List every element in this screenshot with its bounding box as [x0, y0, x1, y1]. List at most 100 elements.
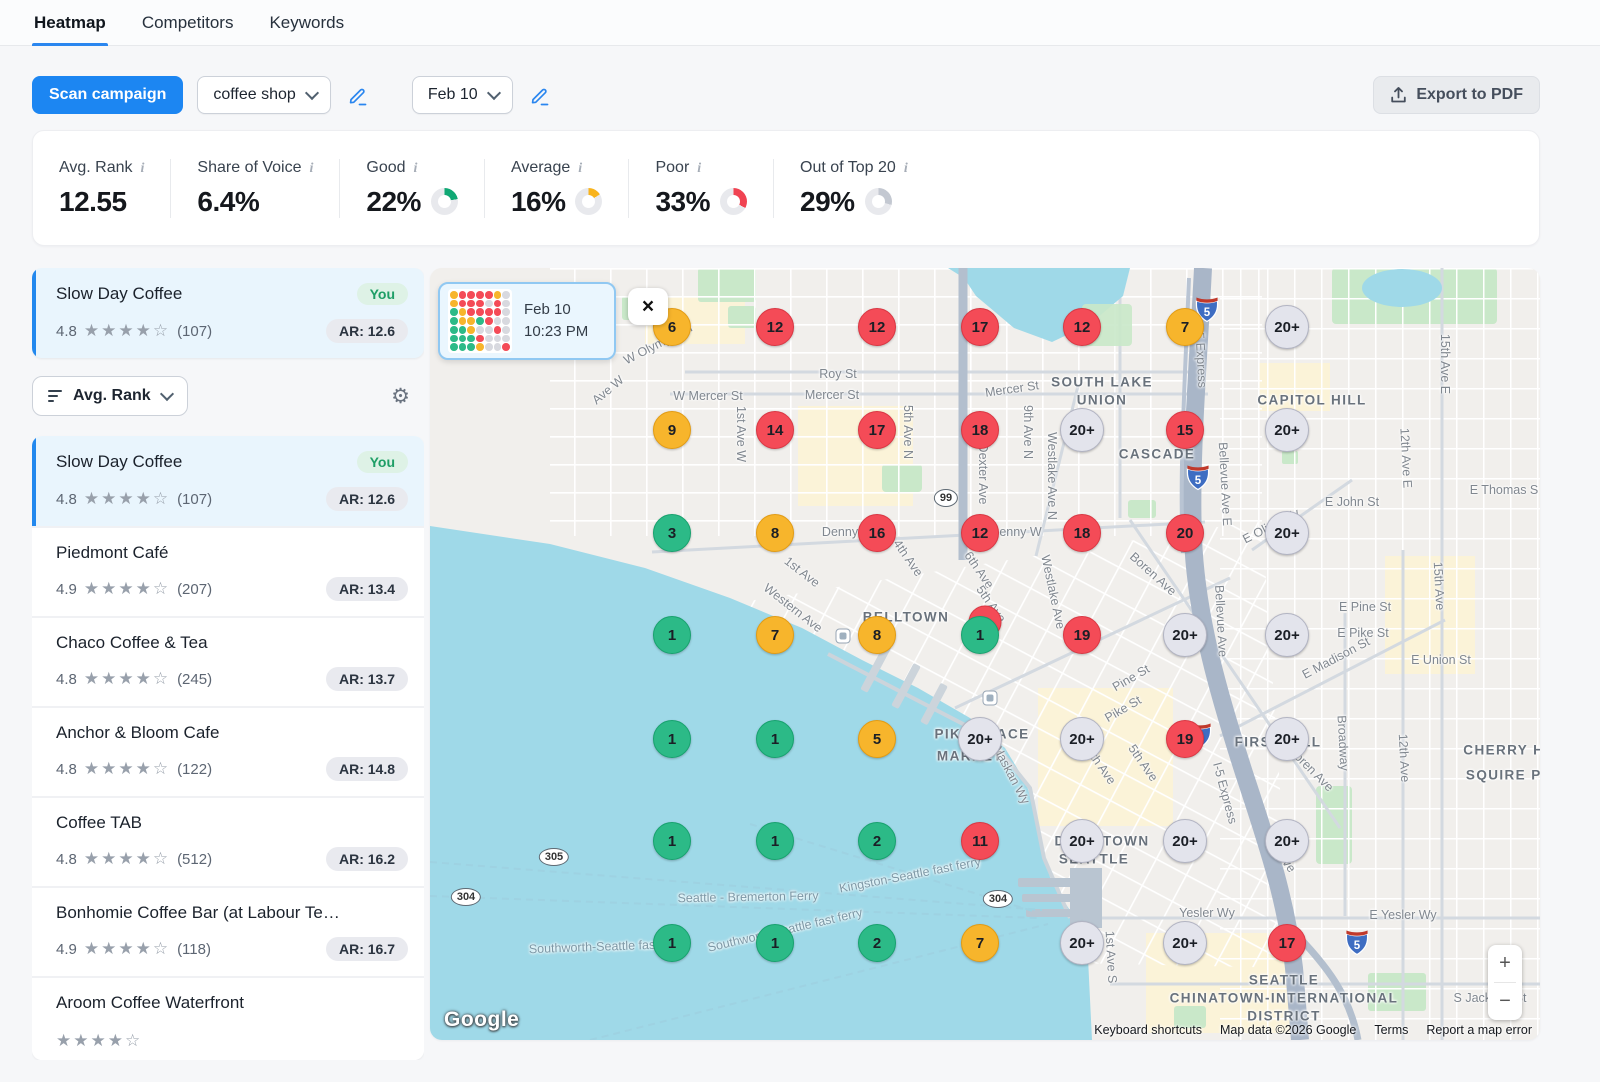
map-rank-pin[interactable]: 7 — [961, 924, 999, 962]
map-rank-pin[interactable]: 8 — [756, 514, 794, 552]
map-rank-pin[interactable]: 1 — [756, 822, 794, 860]
info-icon[interactable]: i — [904, 161, 908, 177]
map-rank-pin[interactable]: 20+ — [1265, 819, 1309, 863]
edit-date-button[interactable] — [527, 83, 552, 108]
map-rank-pin[interactable]: 17 — [1268, 924, 1306, 962]
rating-value: 4.8 — [56, 491, 77, 508]
star-rating-icons: ★★★★☆ — [84, 321, 170, 341]
thumbnail-dot — [494, 308, 502, 316]
info-icon[interactable]: i — [697, 161, 701, 177]
map-rank-pin[interactable]: 12 — [1063, 308, 1101, 346]
map-rank-pin[interactable]: 19 — [1063, 616, 1101, 654]
zoom-out-button[interactable]: − — [1488, 983, 1522, 1020]
map-rank-pin[interactable]: 20+ — [1060, 717, 1104, 761]
keyword-select[interactable]: coffee shop — [197, 76, 330, 114]
map-rank-pin[interactable]: 18 — [1063, 514, 1101, 552]
map-rank-pin[interactable]: 14 — [756, 411, 794, 449]
map-rank-pin[interactable]: 1 — [961, 616, 999, 654]
map-rank-pin[interactable]: 15 — [1166, 411, 1204, 449]
close-snapshot-button[interactable]: × — [628, 288, 668, 325]
settings-gear-icon[interactable]: ⚙ — [385, 383, 416, 410]
map-rank-pin[interactable]: 20+ — [1163, 921, 1207, 965]
info-icon[interactable]: i — [141, 161, 145, 177]
map-rank-pin[interactable]: 20 — [1166, 514, 1204, 552]
stat-share-of-voice: Share of Voicei6.4% — [170, 159, 339, 218]
scan-snapshot-card[interactable]: Feb 10 10:23 PM — [438, 282, 616, 360]
info-icon[interactable]: i — [310, 161, 314, 177]
map-rank-pin[interactable]: 11 — [961, 822, 999, 860]
map-rank-pin[interactable]: 12 — [756, 308, 794, 346]
date-select[interactable]: Feb 10 — [412, 76, 513, 114]
map-rank-pin[interactable]: 18 — [961, 411, 999, 449]
business-list-item[interactable]: Slow Day CoffeeYou4.8★★★★☆(107)AR: 12.6 — [32, 436, 424, 526]
edit-keyword-button[interactable] — [345, 83, 370, 108]
map-rank-pin[interactable]: 20+ — [1265, 717, 1309, 761]
zoom-in-button[interactable]: + — [1488, 945, 1522, 982]
map-rank-pin[interactable]: 1 — [653, 822, 691, 860]
business-list-item[interactable]: Piedmont Café4.9★★★★☆(207)AR: 13.4 — [32, 526, 424, 616]
scan-campaign-button[interactable]: Scan campaign — [32, 76, 183, 114]
rating-value: 4.8 — [56, 851, 77, 868]
map-rank-pin[interactable]: 17 — [858, 411, 896, 449]
map-rank-pin[interactable]: 20+ — [1060, 408, 1104, 452]
map-rank-pin[interactable]: 1 — [653, 924, 691, 962]
pinned-business-card[interactable]: Slow Day CoffeeYou4.8★★★★☆(107)AR: 12.6 — [32, 268, 424, 358]
map-rank-pin[interactable]: 16 — [858, 514, 896, 552]
star-rating-icons: ★★★★☆ — [84, 579, 170, 599]
info-icon[interactable]: i — [414, 161, 418, 177]
stat-avg-rank: Avg. Ranki12.55 — [59, 159, 170, 218]
map-rank-pin[interactable]: 1 — [653, 720, 691, 758]
map-rank-pin[interactable]: 12 — [961, 514, 999, 552]
thumbnail-dot — [459, 291, 467, 299]
report-a-map-error-link[interactable]: Report a map error — [1426, 1023, 1532, 1037]
map-rank-pin[interactable]: 7 — [1166, 308, 1204, 346]
map-rank-pin[interactable]: 20+ — [1163, 613, 1207, 657]
map-canvas[interactable]: SOUTH LAKEUNIONCASCADECAPITOL HILLBELLTO… — [430, 268, 1540, 1040]
map-rank-pin[interactable]: 12 — [858, 308, 896, 346]
map-rank-pin[interactable]: 2 — [858, 822, 896, 860]
stat-label: Average — [511, 159, 570, 177]
map-rank-pin[interactable]: 20+ — [1060, 819, 1104, 863]
map-rank-pin[interactable]: 17 — [961, 308, 999, 346]
business-list-item[interactable]: Chaco Coffee & Tea4.8★★★★☆(245)AR: 13.7 — [32, 616, 424, 706]
map-rank-pin[interactable]: 19 — [1166, 720, 1204, 758]
review-count: (122) — [177, 761, 212, 778]
map-rank-pin[interactable]: 20+ — [1060, 921, 1104, 965]
tab-competitors[interactable]: Competitors — [142, 0, 234, 45]
map-rank-pin[interactable]: 20+ — [1265, 408, 1309, 452]
info-icon[interactable]: i — [578, 161, 582, 177]
map-rank-pin[interactable]: 3 — [653, 514, 691, 552]
terms-link[interactable]: Terms — [1374, 1023, 1408, 1037]
map-rank-pin[interactable]: 20+ — [958, 717, 1002, 761]
map-rank-pin[interactable]: 20+ — [1265, 305, 1309, 349]
toolbar: Scan campaign coffee shop Feb 10 Export … — [32, 76, 1540, 114]
map-rank-pin[interactable]: 5 — [858, 720, 896, 758]
thumbnail-dot — [476, 317, 484, 325]
stat-label: Poor — [655, 159, 689, 177]
stat-value: 12.55 — [59, 186, 127, 218]
business-list-item[interactable]: Anchor & Bloom Cafe4.8★★★★☆(122)AR: 14.8 — [32, 706, 424, 796]
map-rank-pin[interactable]: 7 — [756, 616, 794, 654]
sort-select[interactable]: Avg. Rank — [32, 376, 188, 416]
map-rank-pin[interactable]: 20+ — [1265, 613, 1309, 657]
map-rank-pin[interactable]: 9 — [653, 411, 691, 449]
tab-heatmap[interactable]: Heatmap — [34, 0, 106, 45]
export-pdf-button[interactable]: Export to PDF — [1373, 76, 1540, 114]
tab-keywords[interactable]: Keywords — [269, 0, 344, 45]
stat-donut-chart — [865, 188, 892, 215]
avg-rank-badge: AR: 13.7 — [326, 667, 408, 691]
business-list-item[interactable]: Aroom Coffee Waterfront★★★★☆ — [32, 976, 424, 1060]
keyboard-shortcuts-link[interactable]: Keyboard shortcuts — [1094, 1023, 1202, 1037]
thumbnail-dot — [459, 308, 467, 316]
map-rank-pin[interactable]: 1 — [653, 616, 691, 654]
map-rank-pin[interactable]: 2 — [858, 924, 896, 962]
thumbnail-dot — [476, 335, 484, 343]
map-rank-pin[interactable]: 1 — [756, 720, 794, 758]
business-list-item[interactable]: Coffee TAB4.8★★★★☆(512)AR: 16.2 — [32, 796, 424, 886]
map-rank-pin[interactable]: 1 — [756, 924, 794, 962]
map-rank-pin[interactable]: 20+ — [1265, 511, 1309, 555]
business-list-item[interactable]: Bonhomie Coffee Bar (at Labour Te…4.9★★★… — [32, 886, 424, 976]
map-rank-pin[interactable]: 20+ — [1163, 819, 1207, 863]
map-rank-pin[interactable]: 8 — [858, 616, 896, 654]
thumbnail-dot — [476, 300, 484, 308]
